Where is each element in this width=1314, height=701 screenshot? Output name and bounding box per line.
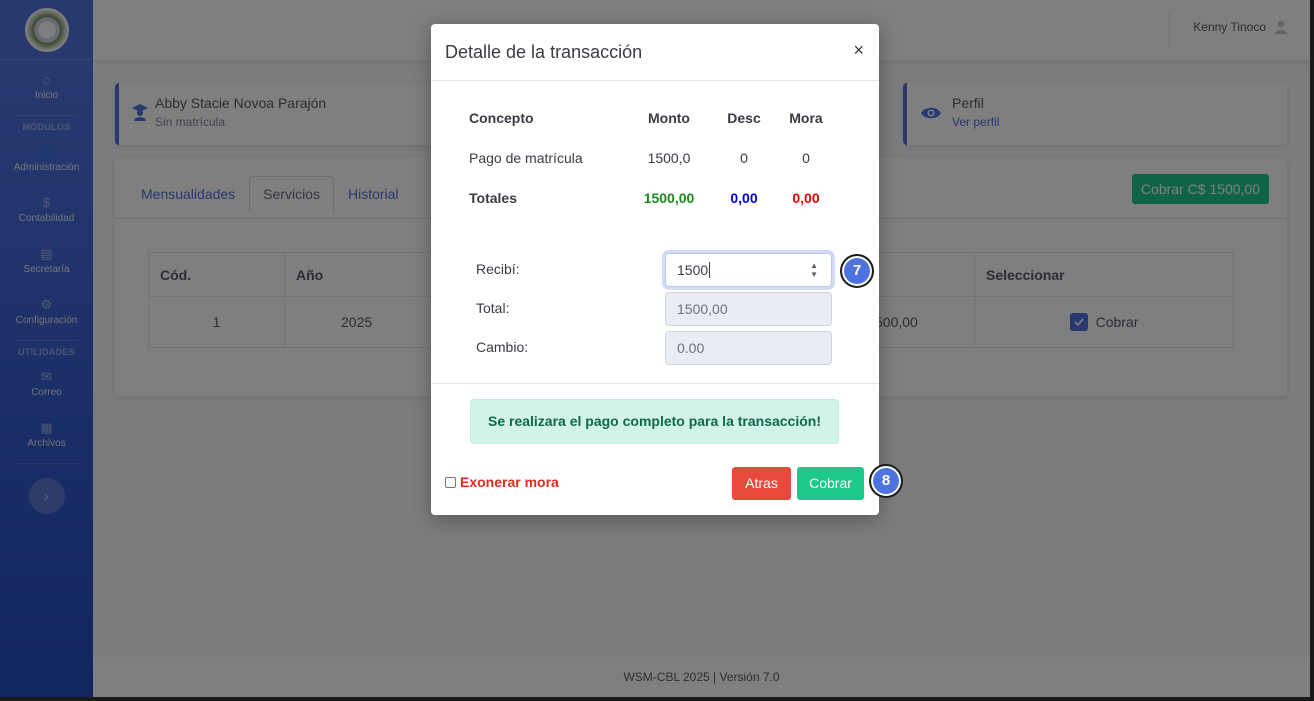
table-row: Pago de matrícula 1500,0 0 0	[469, 138, 833, 178]
back-button[interactable]: Atras	[732, 467, 791, 500]
totals-label: Totales	[469, 190, 517, 206]
column-header-amount: Monto	[648, 110, 690, 126]
exonerate-label: Exonerar mora	[460, 474, 559, 490]
text-caret	[709, 262, 711, 278]
total-input: 1500,00	[665, 292, 832, 326]
cell-concept: Pago de matrícula	[469, 150, 583, 166]
total-label: Total:	[476, 300, 510, 316]
app-window: ⌂ Inicio MÓDULOS 👤 Administración $ Cont…	[0, 0, 1310, 697]
received-input[interactable]: 1500 ▲ ▼	[665, 253, 832, 287]
received-label: Recibí:	[476, 261, 520, 277]
close-icon[interactable]: ×	[853, 40, 864, 61]
cell-discount: 0	[740, 150, 748, 166]
change-label: Cambio:	[476, 339, 529, 355]
exonerate-late-fee[interactable]: Exonerar mora	[445, 474, 559, 490]
cell-amount: 1500,0	[647, 150, 691, 166]
received-value: 1500	[677, 262, 709, 278]
column-header-discount: Desc	[727, 110, 761, 126]
totals-row: Totales 1500,00 0,00 0,00	[469, 178, 833, 218]
table-header-row: Concepto Monto Desc Mora	[469, 98, 833, 138]
total-discount: 0,00	[730, 190, 758, 206]
change-input: 0.00	[665, 331, 832, 365]
total-amount: 1500,00	[643, 190, 695, 206]
exonerate-checkbox[interactable]	[445, 476, 456, 488]
number-spinner-icon[interactable]: ▲ ▼	[810, 261, 818, 279]
transaction-table: Concepto Monto Desc Mora Pago de matrícu…	[469, 98, 833, 218]
modal-title: Detalle de la transacción	[445, 42, 643, 62]
charge-button[interactable]: Cobrar	[797, 467, 864, 500]
step-marker-8: 8	[869, 464, 903, 498]
cell-late-fee: 0	[802, 150, 810, 166]
transaction-modal: Detalle de la transacción × Concepto Mon…	[431, 24, 879, 515]
payment-alert: Se realizara el pago completo para la tr…	[470, 399, 839, 444]
modal-header: Detalle de la transacción ×	[431, 24, 879, 81]
total-late-fee: 0,00	[792, 190, 820, 206]
total-value: 1500,00	[677, 301, 728, 317]
modal-divider	[431, 383, 879, 384]
step-marker-7: 7	[840, 254, 874, 288]
change-value: 0.00	[677, 340, 705, 356]
column-header-concept: Concepto	[469, 110, 534, 126]
column-header-late-fee: Mora	[789, 110, 823, 126]
